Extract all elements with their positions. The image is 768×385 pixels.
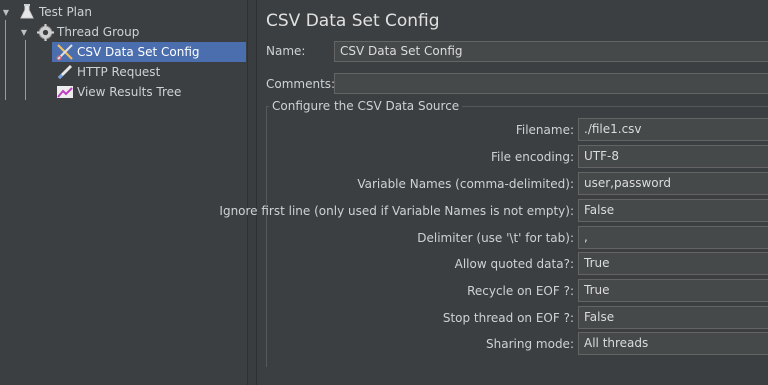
stop-thread-on-eof-label: Stop thread on EOF ?:	[442, 311, 574, 325]
name-field[interactable]: CSV Data Set Config	[334, 41, 768, 62]
tree-item-label: CSV Data Set Config	[77, 45, 200, 59]
collapse-toggle-icon[interactable]: ▼	[18, 28, 30, 37]
tree-guide-line	[5, 20, 6, 100]
page-title: CSV Data Set Config	[266, 11, 440, 31]
stop-thread-on-eof-field[interactable]: False	[578, 306, 768, 329]
pipette-icon	[56, 63, 74, 81]
recycle-on-eof-label: Recycle on EOF ?:	[467, 284, 574, 298]
variable-names-field[interactable]: user,password	[578, 172, 768, 195]
flask-icon	[18, 3, 36, 21]
pane-splitter[interactable]	[248, 0, 257, 385]
comments-label: Comments:	[266, 77, 336, 91]
config-panel: CSV Data Set Config Name: CSV Data Set C…	[219, 0, 768, 385]
tree-item-test-plan[interactable]: ▼ Test Plan	[0, 2, 92, 22]
tree-item-label: HTTP Request	[77, 65, 161, 79]
variable-names-label: Variable Names (comma-delimited):	[357, 177, 574, 191]
sharing-mode-field[interactable]: All threads	[578, 332, 768, 355]
tree-item-view-results-tree[interactable]: View Results Tree	[52, 82, 181, 102]
ignore-first-line-label: Ignore first line (only used if Variable…	[219, 204, 574, 218]
chart-icon	[56, 83, 74, 101]
test-plan-tree: ▼ Test Plan ▼ Thread Group CSV Data Set …	[0, 0, 248, 385]
scissors-icon	[56, 43, 74, 61]
allow-quoted-data-label: Allow quoted data?:	[454, 257, 574, 271]
tree-guide-line	[25, 40, 26, 100]
gear-icon	[36, 23, 54, 41]
tree-item-label: Test Plan	[39, 5, 92, 19]
tree-item-http-request[interactable]: HTTP Request	[52, 62, 160, 82]
group-title: Configure the CSV Data Source	[269, 99, 463, 113]
tree-item-label: View Results Tree	[77, 85, 182, 99]
filename-label: Filename:	[515, 123, 574, 137]
recycle-on-eof-field[interactable]: True	[578, 279, 768, 302]
file-encoding-field[interactable]: UTF-8	[578, 145, 768, 168]
file-encoding-label: File encoding:	[490, 150, 574, 164]
ignore-first-line-field[interactable]: False	[578, 199, 768, 222]
name-label: Name:	[266, 44, 306, 58]
sharing-mode-label: Sharing mode:	[486, 337, 574, 351]
delimiter-label: Delimiter (use '\t' for tab):	[417, 231, 574, 245]
collapse-toggle-icon[interactable]: ▼	[0, 8, 12, 17]
filename-field[interactable]: ./file1.csv	[578, 118, 768, 141]
delimiter-field[interactable]: ,	[578, 226, 768, 249]
comments-field[interactable]	[334, 73, 768, 94]
tree-item-thread-group[interactable]: ▼ Thread Group	[18, 22, 139, 42]
tree-item-label: Thread Group	[57, 25, 140, 39]
tree-item-csv-data-set-config[interactable]: CSV Data Set Config	[52, 42, 246, 62]
allow-quoted-data-field[interactable]: True	[578, 252, 768, 275]
